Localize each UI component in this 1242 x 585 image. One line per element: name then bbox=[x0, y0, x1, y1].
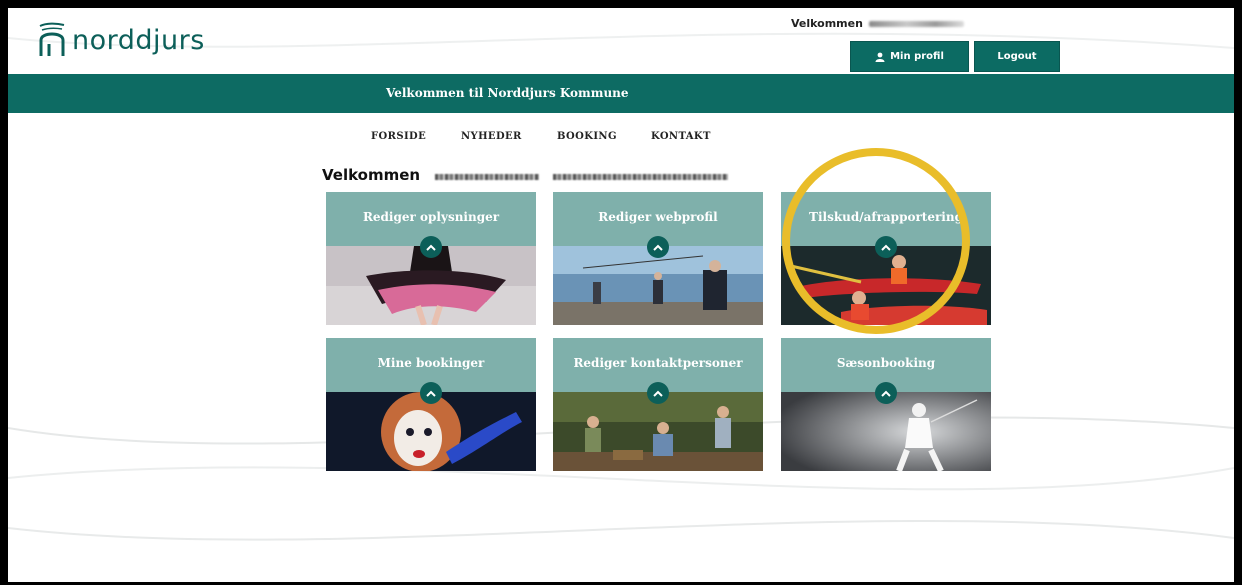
tile-rediger-oplysninger[interactable]: Rediger oplysninger bbox=[326, 192, 536, 325]
chevron-up-icon[interactable] bbox=[647, 382, 669, 404]
blurred-association-name-2 bbox=[553, 174, 728, 180]
user-welcome-label: Velkommen bbox=[791, 17, 863, 30]
browser-viewport: norddjurs Velkommen Min profil Logout Ve… bbox=[8, 8, 1234, 582]
tile-rediger-webprofil[interactable]: Rediger webprofil bbox=[553, 192, 763, 325]
user-icon bbox=[875, 52, 885, 62]
logo-mark-icon bbox=[39, 22, 65, 56]
chevron-up-icon[interactable] bbox=[875, 382, 897, 404]
logout-label: Logout bbox=[997, 51, 1037, 62]
blurred-user-name bbox=[868, 21, 964, 27]
tile-title: Sæsonbooking bbox=[836, 356, 936, 370]
nav-forside[interactable]: FORSIDE bbox=[371, 131, 426, 142]
tile-title: Mine bookinger bbox=[377, 356, 485, 370]
tile-title: Rediger webprofil bbox=[598, 210, 718, 224]
norddjurs-logo[interactable]: norddjurs bbox=[36, 22, 205, 56]
logout-button[interactable]: Logout bbox=[974, 41, 1060, 72]
logo-text: norddjurs bbox=[72, 25, 205, 56]
page-welcome-heading: Velkommen bbox=[322, 166, 421, 184]
blurred-association-name bbox=[435, 174, 539, 180]
my-profile-label: Min profil bbox=[890, 51, 944, 62]
tile-title: Rediger kontaktpersoner bbox=[573, 356, 743, 370]
tile-saesonbooking[interactable]: Sæsonbooking bbox=[781, 338, 991, 471]
user-welcome: Velkommen bbox=[791, 17, 964, 30]
tile-title: Rediger oplysninger bbox=[362, 210, 500, 224]
chevron-up-icon[interactable] bbox=[420, 382, 442, 404]
tile-mine-bookinger[interactable]: Mine bookinger bbox=[326, 338, 536, 471]
my-profile-button[interactable]: Min profil bbox=[850, 41, 969, 72]
banner-title: Velkommen til Norddjurs Kommune bbox=[386, 86, 629, 100]
tile-rediger-kontaktpersoner[interactable]: Rediger kontaktpersoner bbox=[553, 338, 763, 471]
nav-booking[interactable]: BOOKING bbox=[557, 131, 617, 142]
nav-kontakt[interactable]: KONTAKT bbox=[651, 131, 711, 142]
chevron-up-icon[interactable] bbox=[875, 236, 897, 258]
chevron-up-icon[interactable] bbox=[647, 236, 669, 258]
nav-nyheder[interactable]: NYHEDER bbox=[461, 131, 522, 142]
chevron-up-icon[interactable] bbox=[420, 236, 442, 258]
